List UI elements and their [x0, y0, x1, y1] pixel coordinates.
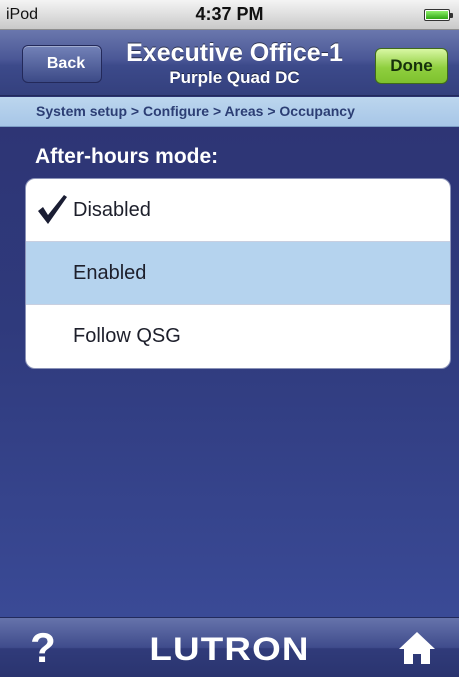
section-title: After-hours mode:: [35, 145, 219, 168]
status-bar: iPod 4:37 PM: [0, 0, 459, 30]
navigation-bar: Back Executive Office-1 Purple Quad DC D…: [0, 30, 459, 96]
checkmark-icon: [38, 195, 67, 224]
bottom-toolbar: ? LUTRON: [0, 617, 459, 677]
home-icon[interactable]: [397, 630, 437, 666]
option-list: Disabled Enabled Follow QSG: [25, 178, 451, 369]
done-button[interactable]: Done: [375, 48, 448, 84]
option-disabled[interactable]: Disabled: [26, 179, 450, 242]
option-label: Follow QSG: [73, 325, 181, 347]
back-button[interactable]: Back: [22, 45, 102, 83]
breadcrumb: System setup > Configure > Areas > Occup…: [0, 97, 459, 127]
breadcrumb-text: System setup > Configure > Areas > Occup…: [36, 103, 355, 119]
option-follow-qsg[interactable]: Follow QSG: [26, 305, 450, 368]
page-title: Executive Office-1: [126, 39, 343, 67]
main-content: After-hours mode: Disabled Enabled Follo…: [0, 127, 459, 617]
page-subtitle: Purple Quad DC: [169, 68, 300, 87]
battery-icon: [424, 9, 453, 21]
back-button-label: Back: [46, 55, 86, 72]
option-label: Enabled: [73, 262, 147, 284]
status-time: 4:37 PM: [195, 4, 264, 24]
option-label: Disabled: [73, 199, 151, 221]
option-enabled[interactable]: Enabled: [26, 242, 450, 305]
lutron-logo: LUTRON: [149, 631, 310, 667]
